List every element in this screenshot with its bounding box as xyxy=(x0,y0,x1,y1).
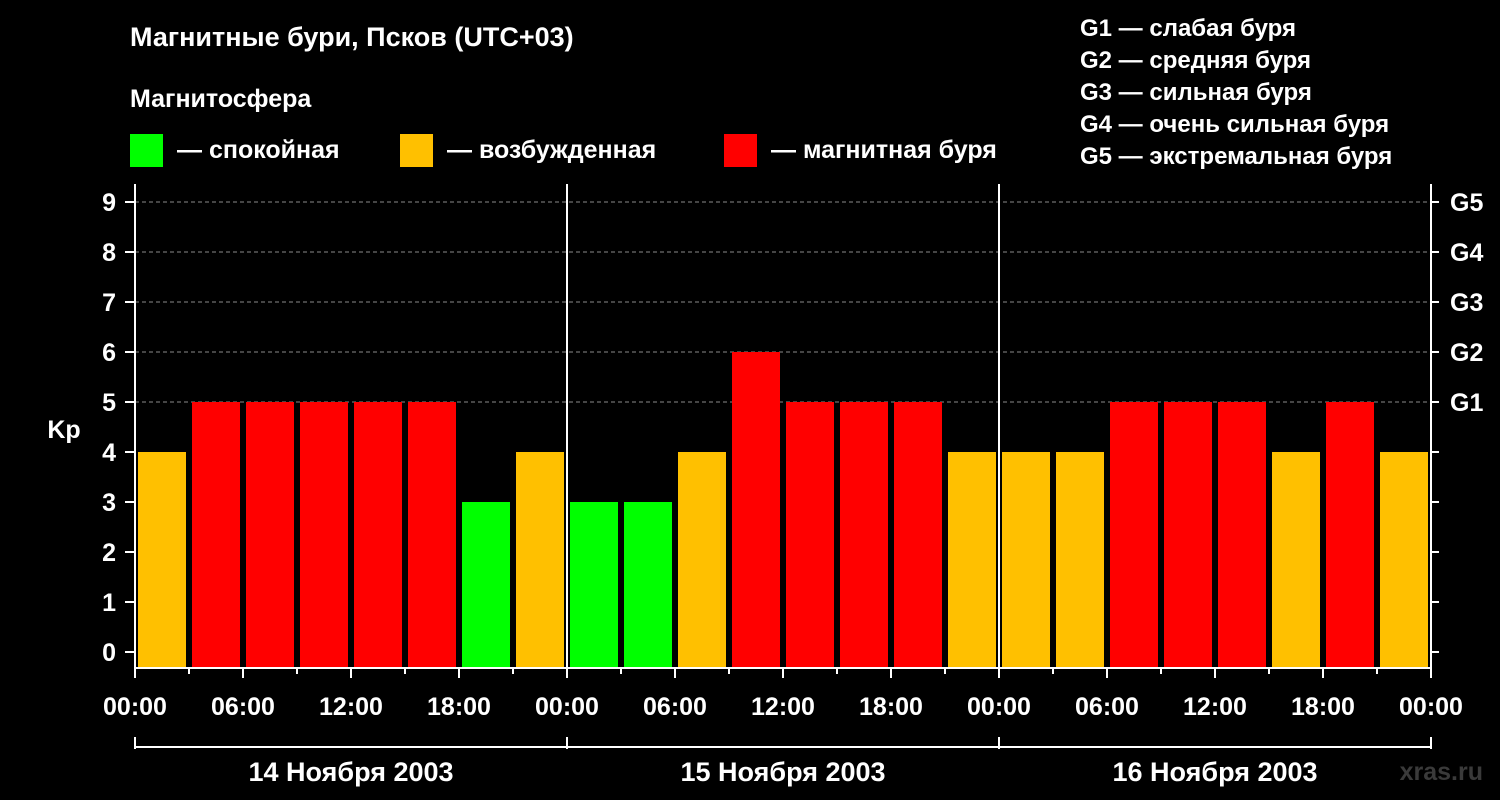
x-tick-label: 12:00 xyxy=(319,693,383,721)
kp-bar xyxy=(516,452,564,668)
kp-bar xyxy=(678,452,726,668)
kp-bar xyxy=(462,502,510,668)
y-tick-label: 3 xyxy=(102,489,116,517)
kp-bar xyxy=(138,452,186,668)
kp-bar xyxy=(408,402,456,668)
g-level-label: G2 xyxy=(1450,339,1483,367)
kp-bar xyxy=(1002,452,1050,668)
x-tick-label: 18:00 xyxy=(427,693,491,721)
kp-bar xyxy=(624,502,672,668)
kp-bar xyxy=(1056,452,1104,668)
kp-bar xyxy=(894,402,942,668)
x-tick-label: 18:00 xyxy=(1291,693,1355,721)
day-label: 14 Ноября 2003 xyxy=(248,757,453,787)
x-tick-label: 18:00 xyxy=(859,693,923,721)
y-tick-label: 4 xyxy=(102,439,116,467)
y-tick-label: 9 xyxy=(102,189,116,217)
kp-bar xyxy=(786,402,834,668)
day-label: 15 Ноября 2003 xyxy=(680,757,885,787)
kp-bar xyxy=(1380,452,1428,668)
x-tick-label: 06:00 xyxy=(211,693,275,721)
g-level-label: G5 xyxy=(1450,189,1483,217)
kp-bar xyxy=(1272,452,1320,668)
kp-bar xyxy=(1164,402,1212,668)
kp-bar xyxy=(1218,402,1266,668)
x-tick-label: 12:00 xyxy=(1183,693,1247,721)
y-tick-label: 0 xyxy=(102,639,116,667)
kp-bar xyxy=(1110,402,1158,668)
y-tick-label: 8 xyxy=(102,239,116,267)
x-tick-label: 12:00 xyxy=(751,693,815,721)
x-tick-label: 06:00 xyxy=(1075,693,1139,721)
y-axis-label: Kp xyxy=(47,416,80,444)
y-tick-label: 5 xyxy=(102,389,116,417)
kp-bar xyxy=(948,452,996,668)
y-tick-label: 6 xyxy=(102,339,116,367)
day-label: 16 Ноября 2003 xyxy=(1112,757,1317,787)
kp-bar xyxy=(1326,402,1374,668)
kp-bar xyxy=(732,352,780,668)
x-tick-label: 00:00 xyxy=(535,693,599,721)
y-tick-label: 2 xyxy=(102,539,116,567)
g-level-label: G4 xyxy=(1450,239,1483,267)
kp-bar xyxy=(354,402,402,668)
kp-bar xyxy=(300,402,348,668)
watermark: xras.ru xyxy=(1400,758,1483,786)
y-tick-label: 1 xyxy=(102,589,116,617)
x-tick-label: 00:00 xyxy=(1399,693,1463,721)
y-tick-label: 7 xyxy=(102,289,116,317)
kp-bar xyxy=(192,402,240,668)
x-tick-label: 00:00 xyxy=(103,693,167,721)
x-tick-label: 06:00 xyxy=(643,693,707,721)
kp-bar-chart: 0 1 2 3 4 5 6 7 8 9 G1 G2 G3 G4 G5 Kp 00:00 06:00 12:00 18:… xyxy=(47,184,1483,787)
g-level-label: G3 xyxy=(1450,289,1483,317)
kp-bar xyxy=(570,502,618,668)
g-level-label: G1 xyxy=(1450,389,1483,417)
x-tick-label: 00:00 xyxy=(967,693,1031,721)
kp-bar xyxy=(246,402,294,668)
kp-bar xyxy=(840,402,888,668)
